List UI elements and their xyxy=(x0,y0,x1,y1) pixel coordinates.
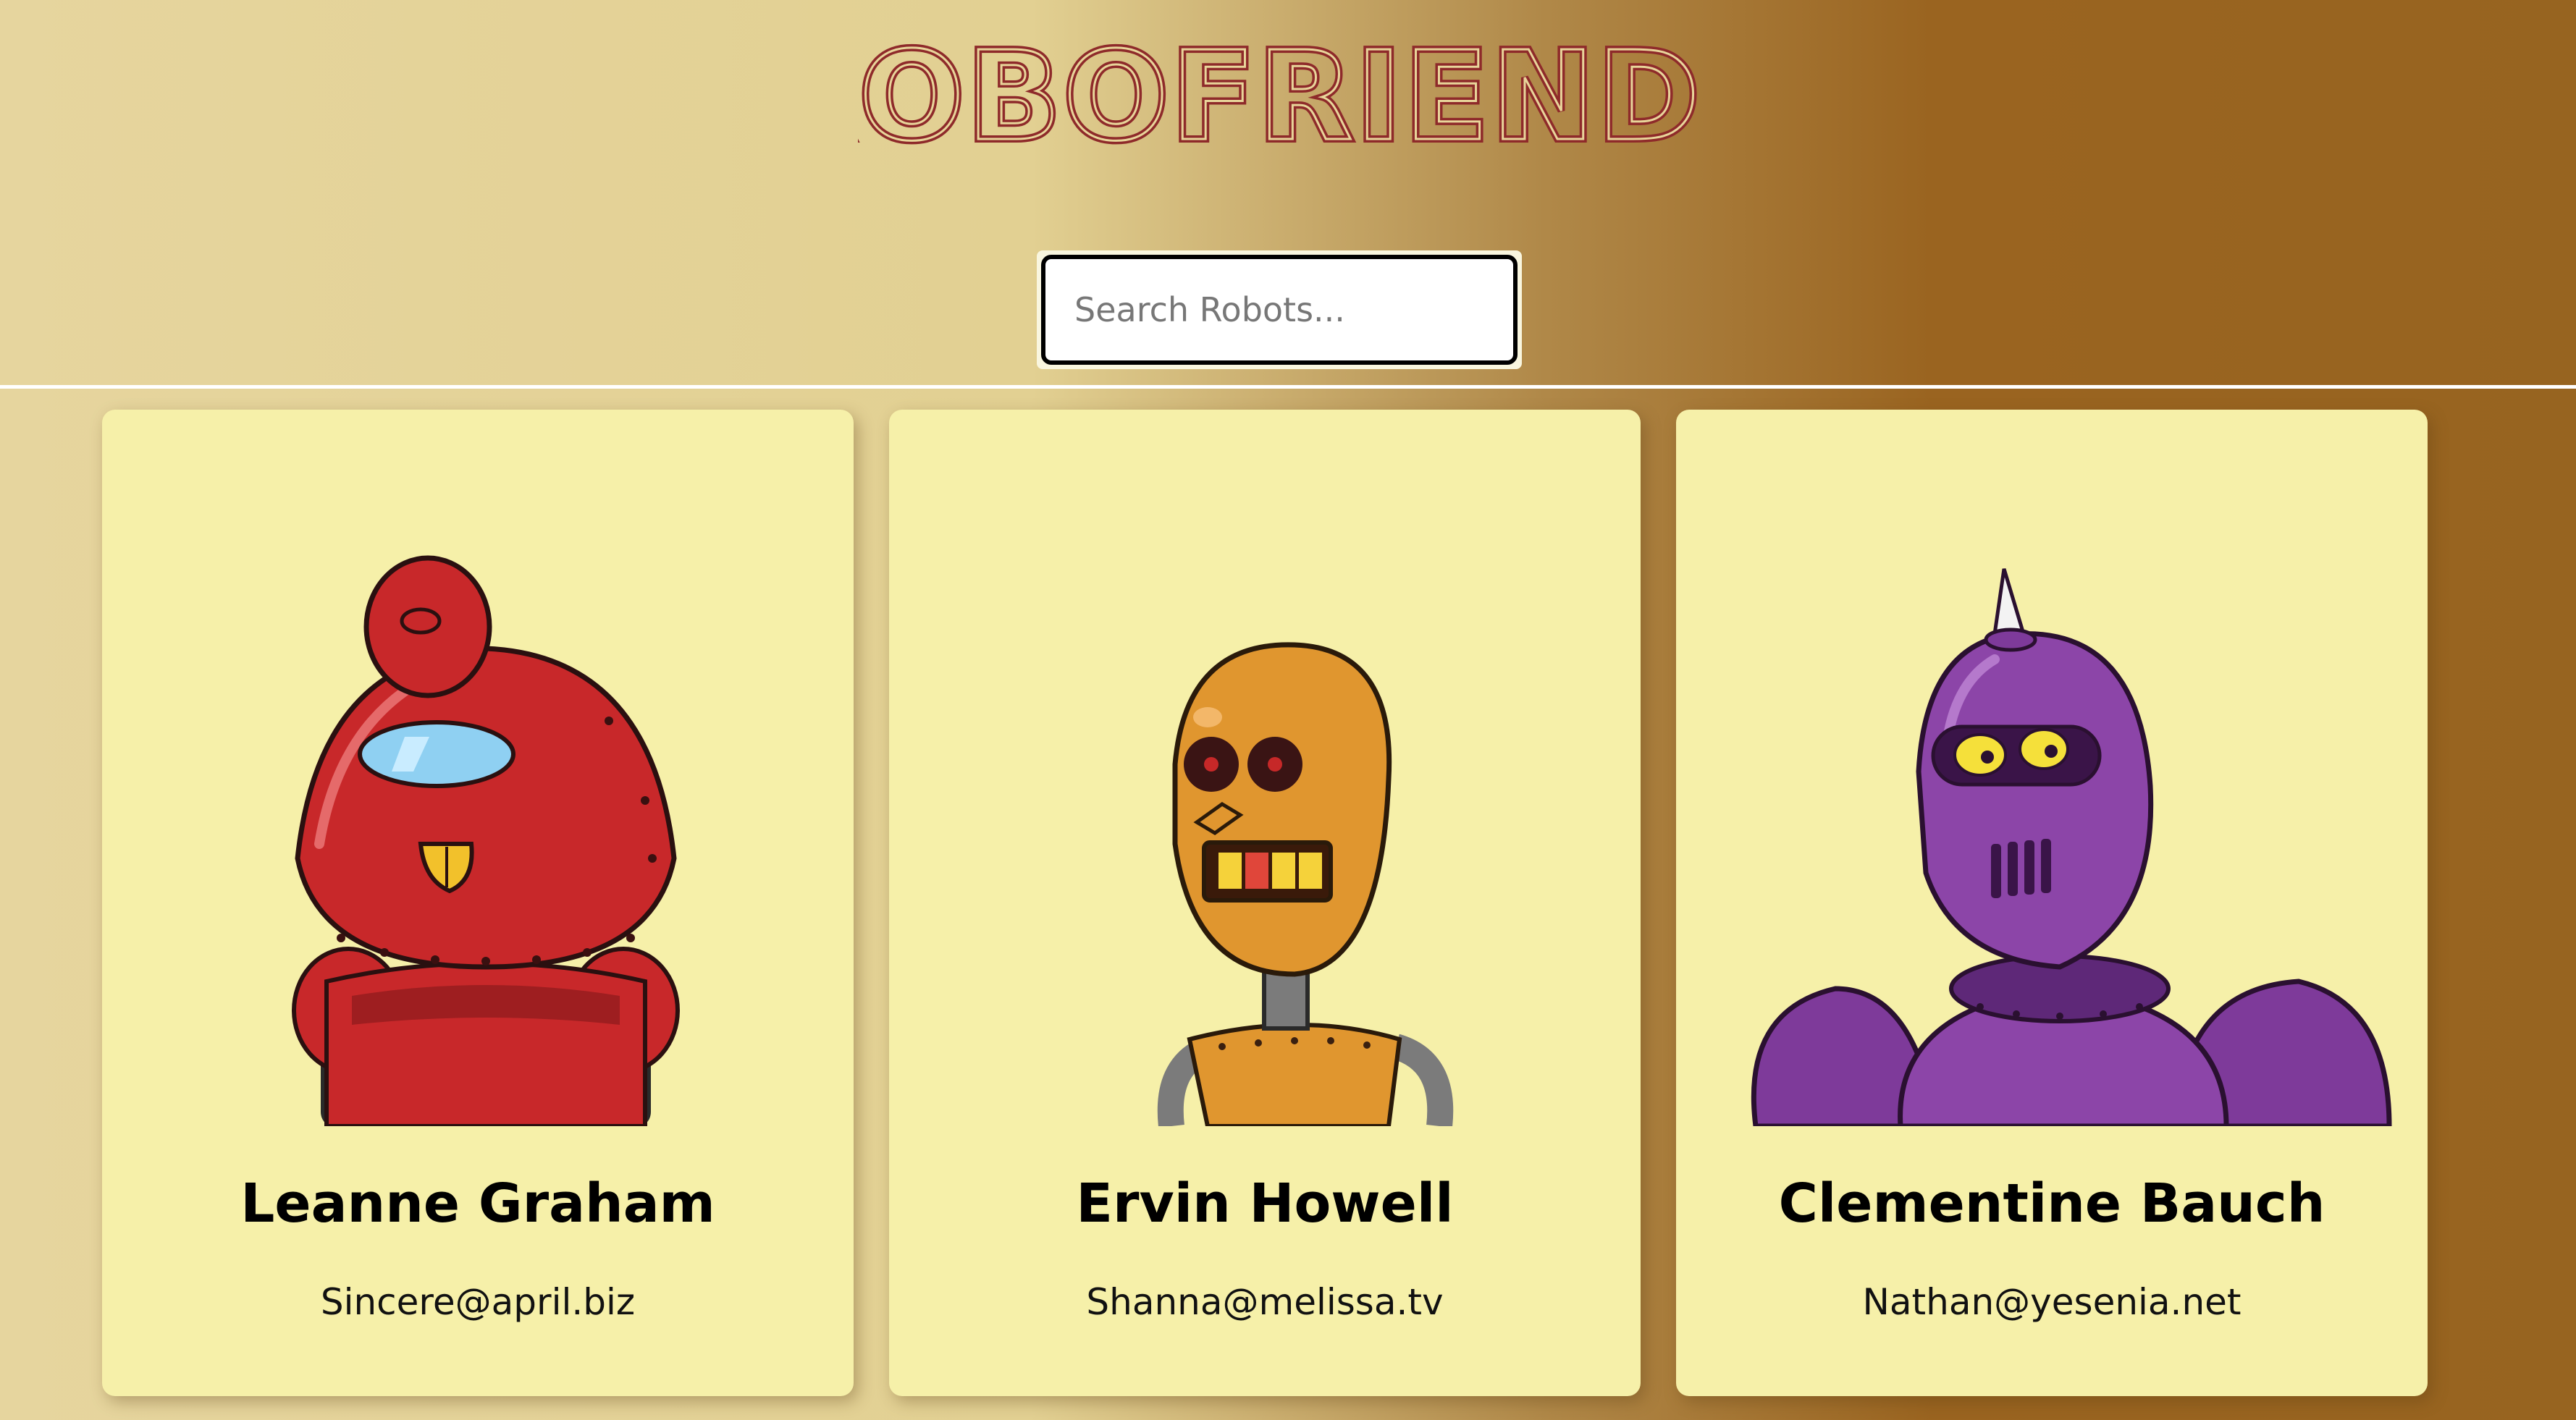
robot-email: Sincere@april.biz xyxy=(320,1281,636,1323)
app-logo: ROBOFRIENDS ROBOFRIENDS xyxy=(858,38,1698,153)
robot-name: Leanne Graham xyxy=(240,1172,715,1235)
robot-avatar-image xyxy=(292,555,680,1126)
robot-name: Clementine Bauch xyxy=(1778,1172,2325,1235)
robot-card[interactable]: Leanne Graham Sincere@april.biz xyxy=(102,410,854,1396)
search-container xyxy=(1037,250,1522,369)
robot-card[interactable]: Clementine Bauch Nathan@yesenia.net xyxy=(1676,410,2428,1396)
app-title-inner-line: ROBOFRIENDS xyxy=(858,38,1698,153)
robot-avatar-image xyxy=(1751,568,2392,1126)
header-divider xyxy=(0,385,2576,389)
robot-email: Nathan@yesenia.net xyxy=(1862,1281,2242,1323)
robot-name: Ervin Howell xyxy=(1076,1172,1454,1235)
robot-avatar-image xyxy=(1157,642,1454,1126)
robot-email: Shanna@melissa.tv xyxy=(1086,1281,1444,1323)
header: ROBOFRIENDS ROBOFRIENDS xyxy=(0,0,2576,387)
robot-card[interactable]: Ervin Howell Shanna@melissa.tv xyxy=(889,410,1641,1396)
search-input[interactable] xyxy=(1041,255,1518,365)
